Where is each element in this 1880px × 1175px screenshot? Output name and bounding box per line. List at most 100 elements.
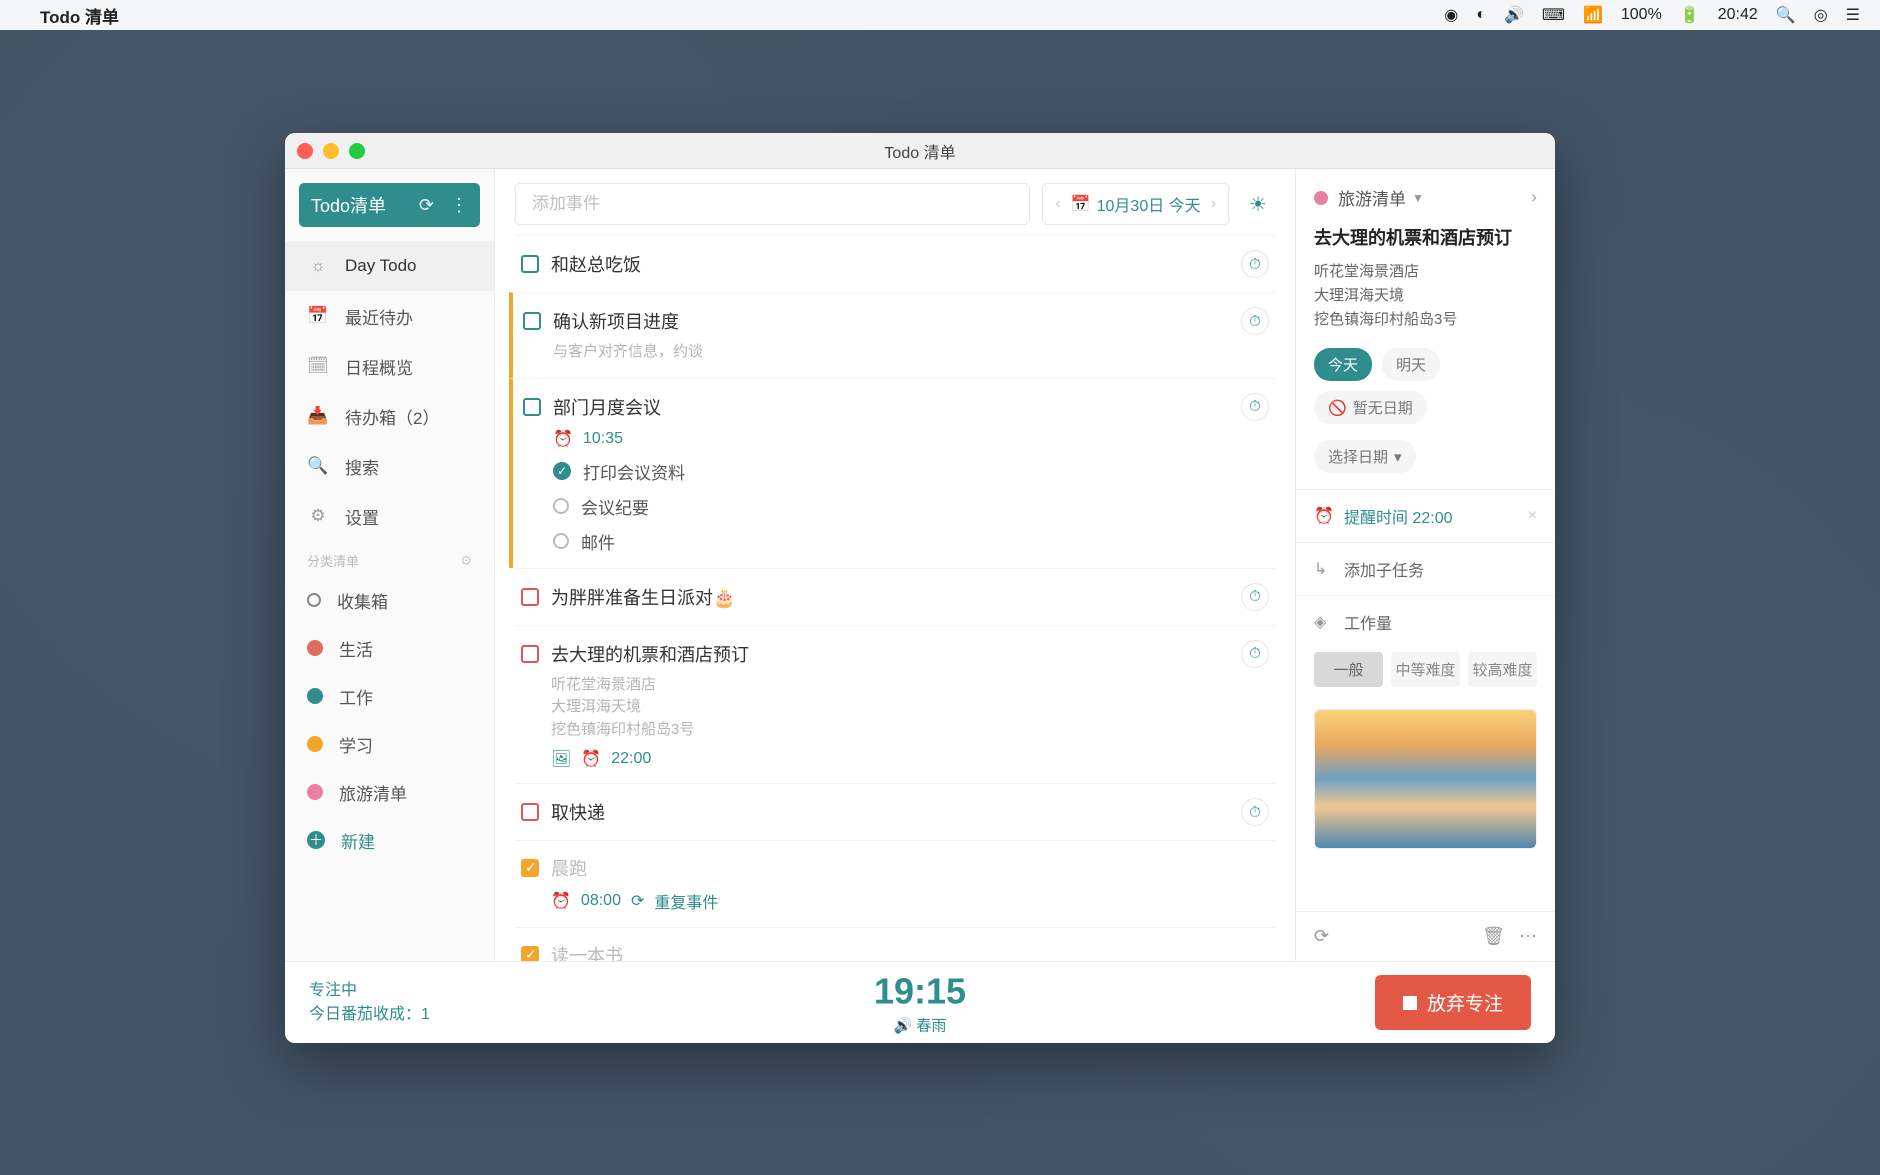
chevron-left-icon[interactable]: ‹ <box>1051 195 1064 213</box>
theme-toggle-icon[interactable]: ☀ <box>1241 192 1275 217</box>
sidebar-item-schedule[interactable]: 🗓 日程概览 <box>285 341 494 391</box>
sidebar-item-label: 设置 <box>345 504 379 529</box>
abandon-focus-button[interactable]: 放弃专注 <box>1375 975 1531 1030</box>
category-work[interactable]: 工作 <box>285 672 494 720</box>
pomodoro-icon[interactable]: ⏱ <box>1241 583 1269 611</box>
task-title: 取快递 <box>551 799 1229 825</box>
checkbox[interactable] <box>523 398 541 416</box>
checkbox[interactable] <box>521 803 539 821</box>
subtask-checkbox[interactable] <box>553 498 569 514</box>
task-row[interactable]: 晨跑 ⏰ 08:00 ⟳ 重复事件 <box>515 840 1275 927</box>
subtask-row[interactable]: ✓ 打印会议资料 <box>553 459 1269 484</box>
categories-settings-icon[interactable]: ⚙ <box>460 553 472 569</box>
wifi-icon[interactable]: 📶 <box>1583 5 1603 25</box>
trash-icon[interactable]: 🗑 <box>1482 926 1505 947</box>
sidebar-item-search[interactable]: 🔍 搜索 <box>285 441 494 491</box>
wechat-icon[interactable]: ◐ <box>1476 6 1486 24</box>
chevron-right-icon[interactable]: › <box>1207 195 1220 213</box>
add-category-label: 新建 <box>341 828 375 853</box>
more-horizontal-icon[interactable]: ⋯ <box>1519 926 1537 947</box>
subtask-label: 会议纪要 <box>581 494 649 519</box>
task-row[interactable]: 读一本书 <box>515 927 1275 961</box>
difficulty-low[interactable]: 一般 <box>1314 652 1383 687</box>
pomodoro-icon[interactable]: ⏱ <box>1241 640 1269 668</box>
subtask-row[interactable]: 邮件 <box>553 529 1269 554</box>
category-study[interactable]: 学习 <box>285 720 494 768</box>
repeat-icon[interactable]: ⟳ <box>1314 926 1329 947</box>
color-dot-icon <box>307 784 323 800</box>
menubar-app-title[interactable]: Todo 清单 <box>40 3 119 28</box>
detail-title[interactable]: 去大理的机票和酒店预订 <box>1314 224 1537 250</box>
checkbox[interactable] <box>521 645 539 663</box>
task-row[interactable]: 确认新项目进度 ⏱ 与客户对齐信息，约谈 <box>509 292 1275 378</box>
task-row[interactable]: 去大理的机票和酒店预订 ⏱ 听花堂海景酒店 大理洱海天境 挖色镇海印村船岛3号 … <box>515 625 1275 784</box>
date-chip-tomorrow[interactable]: 明天 <box>1382 348 1440 381</box>
repeat-label: 重复事件 <box>654 889 718 913</box>
inbox-icon: 📥 <box>307 406 329 426</box>
difficulty-high[interactable]: 较高难度 <box>1468 652 1537 687</box>
add-task-input[interactable] <box>515 183 1030 225</box>
task-row[interactable]: 部门月度会议 ⏱ ⏰ 10:35 ✓ 打印会议资料 会议纪要 <box>509 378 1275 568</box>
brand-pill[interactable]: Todo清单 ⟳ ⋮ <box>299 183 480 227</box>
checkbox-done[interactable] <box>521 859 539 877</box>
battery-icon[interactable]: 🔋 <box>1680 5 1700 25</box>
brand-label: Todo清单 <box>311 192 386 218</box>
category-label: 工作 <box>339 684 373 709</box>
more-icon[interactable]: ⋮ <box>450 195 468 216</box>
color-dot-icon <box>307 688 323 704</box>
subtask-row[interactable]: 会议纪要 <box>553 494 1269 519</box>
subtask-checkbox[interactable] <box>553 533 569 549</box>
spotlight-icon[interactable]: 🔍 <box>1776 5 1796 25</box>
sync-icon[interactable]: ⟳ <box>419 195 434 216</box>
subtask-checkbox-done[interactable]: ✓ <box>553 462 571 480</box>
focus-sound[interactable]: 🔊 春雨 <box>874 1014 966 1035</box>
date-chip-pick[interactable]: 选择日期 ▾ <box>1314 440 1416 473</box>
zoom-window-button[interactable] <box>349 143 365 159</box>
clock-label[interactable]: 20:42 <box>1718 6 1758 24</box>
detail-list-selector[interactable]: 旅游清单 ▼ › <box>1314 185 1537 210</box>
siri-icon[interactable]: ◉ <box>1444 5 1458 25</box>
minimize-window-button[interactable] <box>323 143 339 159</box>
checkbox[interactable] <box>521 255 539 273</box>
detail-description[interactable]: 听花堂海景酒店 大理洱海天境 挖色镇海印村船岛3号 <box>1314 260 1537 332</box>
checkbox-done[interactable] <box>521 946 539 961</box>
task-title: 部门月度会议 <box>553 394 1229 420</box>
task-row[interactable]: 取快递 ⏱ <box>515 783 1275 840</box>
detail-reminder-row[interactable]: ⏰ 提醒时间 22:00 × <box>1296 489 1555 542</box>
close-window-button[interactable] <box>297 143 313 159</box>
pomodoro-icon[interactable]: ⏱ <box>1241 393 1269 421</box>
date-chip-none[interactable]: 🚫 暂无日期 <box>1314 391 1427 424</box>
difficulty-mid[interactable]: 中等难度 <box>1391 652 1460 687</box>
battery-label[interactable]: 100% <box>1621 6 1662 24</box>
add-category-button[interactable]: ＋ 新建 <box>285 816 494 864</box>
clear-icon[interactable]: × <box>1528 507 1537 525</box>
date-picker[interactable]: ‹ 📅 10月30日 今天 › <box>1042 183 1229 225</box>
schedule-icon: 🗓 <box>307 356 329 376</box>
window-title: Todo 清单 <box>884 139 955 163</box>
pomodoro-icon[interactable]: ⏱ <box>1241 798 1269 826</box>
category-inbox[interactable]: 收集箱 <box>285 576 494 624</box>
focus-status-label: 专注中 <box>309 979 430 1003</box>
control-center-icon[interactable]: ◎ <box>1814 5 1828 25</box>
category-life[interactable]: 生活 <box>285 624 494 672</box>
sidebar-item-day-todo[interactable]: ☼ Day Todo <box>285 241 494 291</box>
date-chip-today[interactable]: 今天 <box>1314 348 1372 381</box>
detail-subtask-row[interactable]: ↳ 添加子任务 <box>1296 542 1555 595</box>
sidebar-item-settings[interactable]: ⚙ 设置 <box>285 491 494 541</box>
task-row[interactable]: 和赵总吃饭 ⏱ <box>515 235 1275 292</box>
pomodoro-icon[interactable]: ⏱ <box>1241 250 1269 278</box>
task-title: 为胖胖准备生日派对🎂 <box>551 584 1229 610</box>
detail-attachment-image[interactable] <box>1314 709 1537 849</box>
checkbox[interactable] <box>521 588 539 606</box>
task-row[interactable]: 为胖胖准备生日派对🎂 ⏱ <box>515 568 1275 625</box>
notification-center-icon[interactable]: ☰ <box>1846 5 1860 25</box>
category-travel[interactable]: 旅游清单 <box>285 768 494 816</box>
sidebar-item-recent[interactable]: 📅 最近待办 <box>285 291 494 341</box>
input-source-icon[interactable]: ⌨ <box>1542 5 1565 25</box>
volume-icon[interactable]: 🔊 <box>1504 5 1524 25</box>
sidebar-item-inbox[interactable]: 📥 待办箱（2） <box>285 391 494 441</box>
focus-bar: 专注中 今日番茄收成：1 19:15 🔊 春雨 放弃专注 <box>285 961 1555 1043</box>
chevron-right-icon[interactable]: › <box>1531 187 1537 208</box>
checkbox[interactable] <box>523 312 541 330</box>
pomodoro-icon[interactable]: ⏱ <box>1241 307 1269 335</box>
